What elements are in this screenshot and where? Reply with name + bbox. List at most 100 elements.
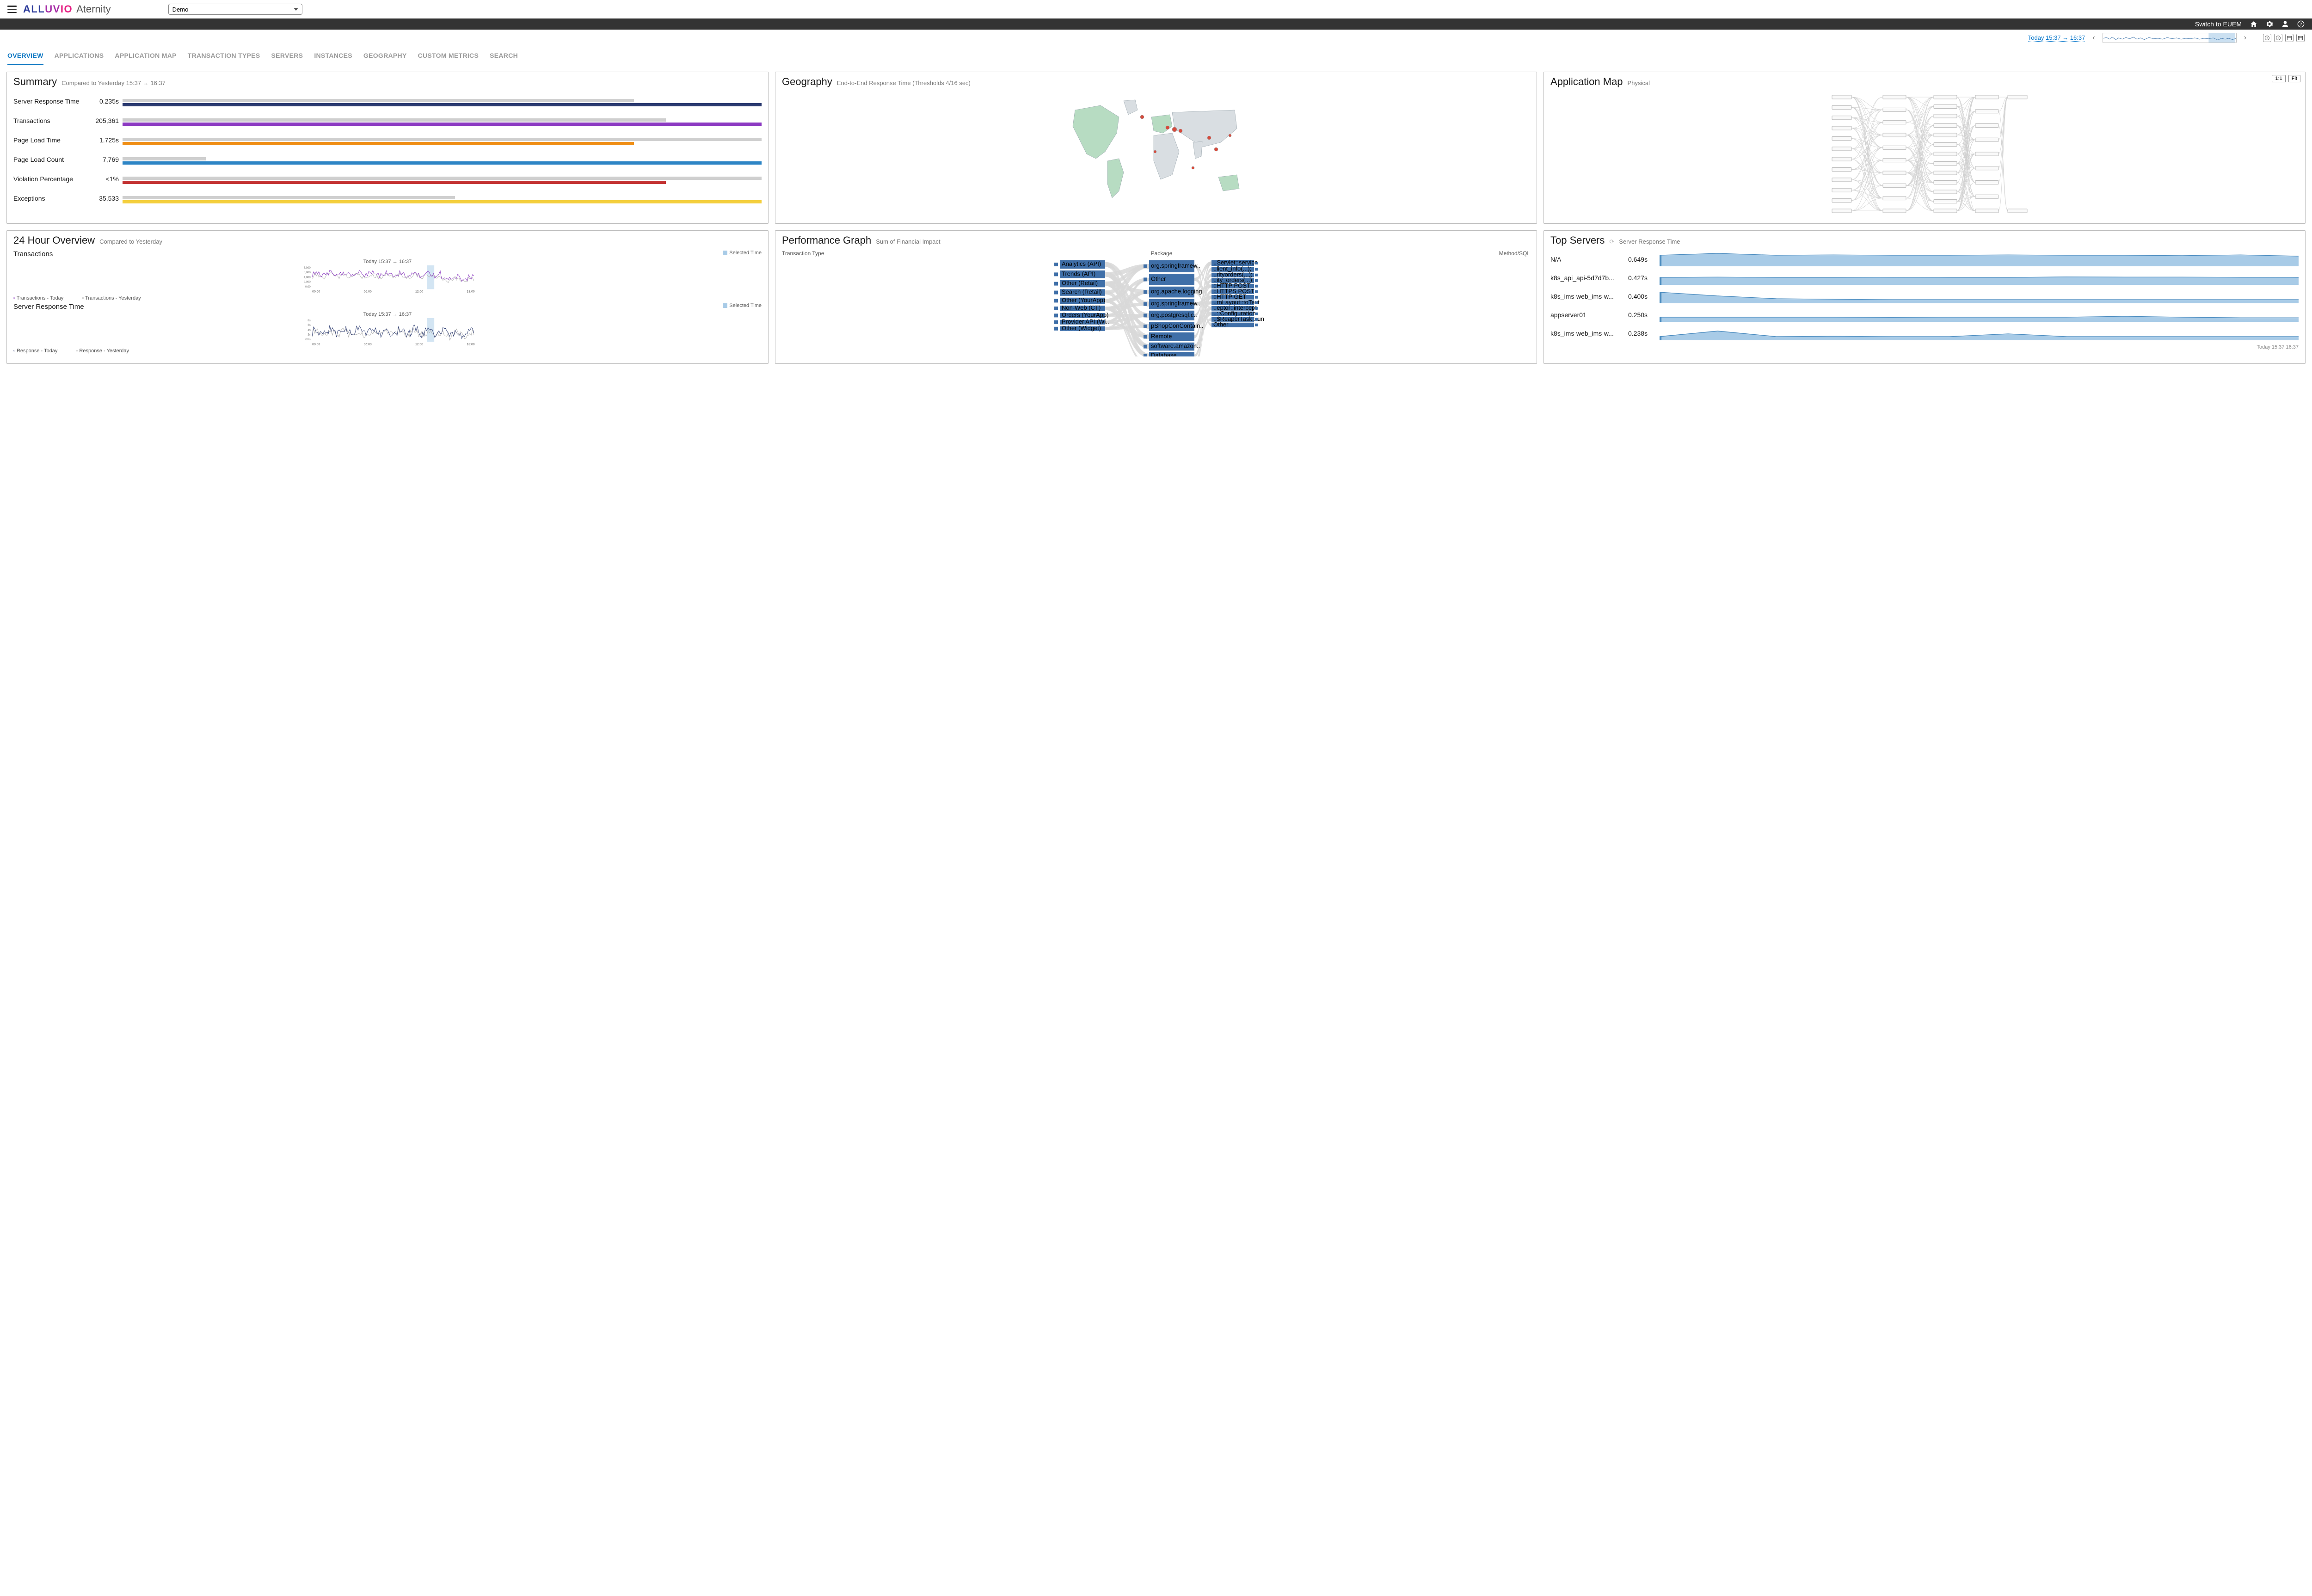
summary-row[interactable]: Violation Percentage <1% bbox=[13, 169, 762, 189]
summary-row[interactable]: Server Response Time 0.235s bbox=[13, 92, 762, 111]
clock-recent-icon[interactable] bbox=[2263, 34, 2271, 42]
brand-name: ALLUVIO bbox=[23, 3, 73, 15]
calendar-day-icon[interactable] bbox=[2285, 34, 2294, 42]
summary-panel: Summary Compared to Yesterday 15:37 → 16… bbox=[6, 72, 769, 224]
switch-euem-link[interactable]: Switch to EUEM bbox=[2195, 20, 2242, 28]
overview24-charts: Transactions Selected Time Today 15:37 →… bbox=[13, 250, 762, 354]
utility-bar: Switch to EUEM ? bbox=[0, 18, 2312, 30]
gear-icon[interactable] bbox=[2266, 20, 2273, 28]
chart-marker: Today 15:37 → 16:37 bbox=[13, 312, 762, 317]
appmap-fit-button[interactable]: Fit bbox=[2288, 75, 2300, 82]
server-sparkline bbox=[1660, 308, 2299, 322]
refresh-icon[interactable]: ⟳ bbox=[1609, 238, 1614, 246]
summary-title: Summary bbox=[13, 76, 57, 88]
tab-instances[interactable]: INSTANCES bbox=[314, 49, 352, 65]
summary-row[interactable]: Exceptions 35,533 bbox=[13, 189, 762, 208]
summary-label: Violation Percentage bbox=[13, 175, 83, 183]
svg-text:pShopConContain..: pShopConContain.. bbox=[1151, 322, 1203, 329]
server-name: N/A bbox=[1550, 256, 1624, 263]
time-scale-buttons: ! bbox=[2263, 34, 2305, 42]
svg-text:Search (Retail): Search (Retail) bbox=[1062, 289, 1102, 295]
server-row[interactable]: k8s_api_api-5d7d7b... 0.427s bbox=[1550, 269, 2299, 287]
summary-row[interactable]: Transactions 205,361 bbox=[13, 111, 762, 130]
time-range-bar: Today 15:37 → 16:37 ‹ › ! bbox=[0, 30, 2312, 46]
appmap-panel: Application Map Physical 1:1 Fit bbox=[1543, 72, 2306, 224]
svg-text:Other (Retail): Other (Retail) bbox=[1062, 280, 1098, 287]
legend-yesterday: ▫ Transactions - Yesterday bbox=[82, 295, 141, 301]
svg-text:Other (Widget): Other (Widget) bbox=[1062, 325, 1101, 331]
svg-text:!: ! bbox=[2278, 37, 2279, 40]
svg-text:Provider API (Wi..: Provider API (Wi.. bbox=[1062, 318, 1109, 325]
appmap-subtitle: Physical bbox=[1628, 80, 1650, 86]
top-header: ALLUVIO Aternity Demo bbox=[0, 0, 2312, 18]
tab-servers[interactable]: SERVERS bbox=[271, 49, 303, 65]
time-sparkline[interactable] bbox=[2103, 33, 2237, 43]
server-row[interactable]: appserver01 0.250s bbox=[1550, 306, 2299, 324]
summary-bars bbox=[123, 118, 762, 126]
svg-text:org.springframew..: org.springframew.. bbox=[1151, 262, 1200, 269]
server-value: 0.250s bbox=[1628, 311, 1656, 319]
svg-text:Analytics (API): Analytics (API) bbox=[1062, 260, 1101, 267]
overview24-chart[interactable]: Server Response Time Selected Time Today… bbox=[13, 303, 762, 354]
appmap-11-button[interactable]: 1:1 bbox=[2272, 75, 2285, 82]
server-sparkline bbox=[1660, 271, 2299, 285]
tab-transaction-types[interactable]: TRANSACTION TYPES bbox=[188, 49, 260, 65]
server-row[interactable]: N/A 0.649s bbox=[1550, 250, 2299, 269]
time-range-label[interactable]: Today 15:37 → 16:37 bbox=[2028, 34, 2085, 42]
svg-text:2s: 2s bbox=[307, 334, 310, 337]
topservers-rows: N/A 0.649s k8s_api_api-5d7d7b... 0.427s … bbox=[1550, 250, 2299, 343]
selected-time-legend: Selected Time bbox=[723, 250, 762, 256]
sankey-diagram[interactable]: Analytics (API)Trends (API)Other (Retail… bbox=[782, 259, 1530, 356]
time-next-icon[interactable]: › bbox=[2242, 34, 2248, 42]
environment-select[interactable]: Demo bbox=[168, 4, 302, 15]
dashboard-grid: Summary Compared to Yesterday 15:37 → 16… bbox=[0, 65, 2312, 370]
svg-text:00:00: 00:00 bbox=[312, 343, 320, 346]
server-value: 0.427s bbox=[1628, 274, 1656, 282]
overview24-chart[interactable]: Transactions Selected Time Today 15:37 →… bbox=[13, 250, 762, 301]
summary-bars bbox=[123, 138, 762, 145]
hamburger-menu-icon[interactable] bbox=[7, 6, 17, 13]
topservers-panel: Top Servers ⟳ Server Response Time N/A 0… bbox=[1543, 230, 2306, 364]
tab-application-map[interactable]: APPLICATION MAP bbox=[115, 49, 176, 65]
tab-applications[interactable]: APPLICATIONS bbox=[55, 49, 104, 65]
selected-time-legend: Selected Time bbox=[723, 303, 762, 308]
world-map[interactable] bbox=[782, 92, 1530, 216]
tab-overview[interactable]: OVERVIEW bbox=[7, 49, 43, 65]
svg-text:6s: 6s bbox=[307, 324, 310, 327]
appmap-diagram[interactable] bbox=[1550, 92, 2299, 216]
svg-text:?: ? bbox=[2300, 22, 2302, 26]
svg-text:Orders (YourApp): Orders (YourApp) bbox=[1062, 311, 1108, 318]
tab-custom-metrics[interactable]: CUSTOM METRICS bbox=[418, 49, 479, 65]
server-sparkline bbox=[1660, 289, 2299, 303]
svg-text:software.amazon..: software.amazon.. bbox=[1151, 343, 1200, 350]
summary-row[interactable]: Page Load Count 7,769 bbox=[13, 150, 762, 169]
svg-text:Database: Database bbox=[1151, 352, 1177, 356]
tab-geography[interactable]: GEOGRAPHY bbox=[363, 49, 407, 65]
summary-label: Page Load Count bbox=[13, 156, 83, 163]
summary-row[interactable]: Page Load Time 1.725s bbox=[13, 130, 762, 150]
overview24-subtitle: Compared to Yesterday bbox=[99, 238, 162, 245]
chart-title: Transactions Selected Time bbox=[13, 250, 762, 258]
perf-col-3: Method/SQL bbox=[1499, 250, 1530, 257]
help-icon[interactable]: ? bbox=[2297, 20, 2305, 28]
svg-text:0ms: 0ms bbox=[305, 338, 310, 341]
summary-value: 1.725s bbox=[86, 136, 119, 144]
perfgraph-title: Performance Graph bbox=[782, 234, 871, 246]
main-tabs: OVERVIEW APPLICATIONS APPLICATION MAP TR… bbox=[0, 46, 2312, 65]
home-icon[interactable] bbox=[2250, 20, 2257, 28]
overview24-title: 24 Hour Overview bbox=[13, 234, 95, 246]
chart-marker: Today 15:37 → 16:37 bbox=[13, 259, 762, 264]
server-row[interactable]: k8s_ims-web_ims-w... 0.400s bbox=[1550, 287, 2299, 306]
server-row[interactable]: k8s_ims-web_ims-w... 0.238s bbox=[1550, 324, 2299, 343]
svg-text:18:00: 18:00 bbox=[467, 343, 474, 346]
tab-search[interactable]: SEARCH bbox=[490, 49, 518, 65]
user-icon[interactable] bbox=[2281, 20, 2289, 28]
perf-col-1: Transaction Type bbox=[782, 250, 824, 257]
clock-alert-icon[interactable]: ! bbox=[2274, 34, 2282, 42]
time-prev-icon[interactable]: ‹ bbox=[2091, 34, 2097, 42]
summary-label: Exceptions bbox=[13, 195, 83, 202]
server-name: k8s_ims-web_ims-w... bbox=[1550, 293, 1624, 300]
svg-text:org.postgresql.c..: org.postgresql.c.. bbox=[1151, 311, 1197, 318]
summary-label: Transactions bbox=[13, 117, 83, 124]
calendar-range-icon[interactable] bbox=[2296, 34, 2305, 42]
